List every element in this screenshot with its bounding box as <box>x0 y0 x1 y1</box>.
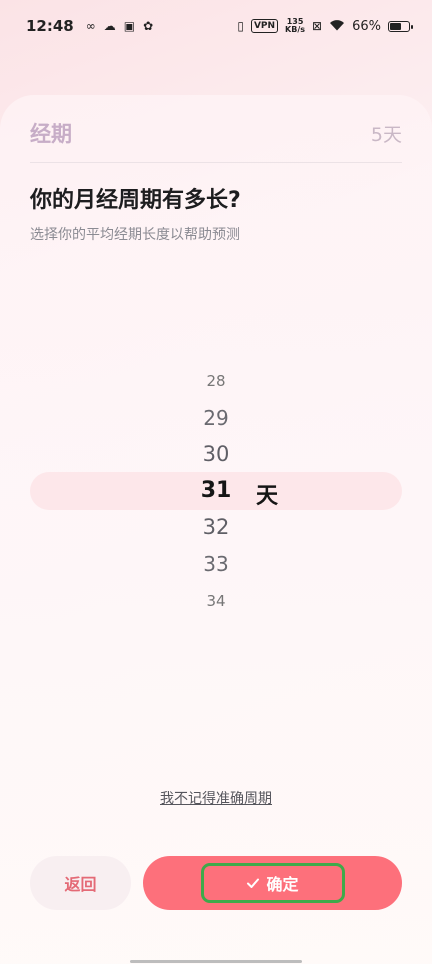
app-notification-icon: ∞ <box>85 19 96 33</box>
phase-days: 5天 <box>370 123 402 146</box>
message-app-icon: ▣ <box>123 19 136 33</box>
vibrate-icon: ▯ <box>237 19 244 33</box>
back-button-label: 返回 <box>64 875 97 894</box>
confirm-button-label: 确定 <box>266 875 299 894</box>
vpn-icon: VPN <box>250 19 279 33</box>
status-left: 12:48 ∞ ☁ ▣ ✿ <box>26 17 153 35</box>
check-icon <box>247 878 260 888</box>
baidu-app-icon: ✿ <box>143 19 154 33</box>
battery-icon <box>388 20 413 32</box>
picker-item[interactable]: 34 <box>166 592 266 610</box>
net-speed-unit: KB/s <box>285 25 306 34</box>
status-bar: 12:48 ∞ ☁ ▣ ✿ ▯ VPN 135 KB/s ⊠ 66% <box>0 0 432 52</box>
picker-item[interactable]: 28 <box>166 372 266 390</box>
no-sim-icon: ⊠ <box>312 19 323 33</box>
picker-item[interactable]: 29 <box>166 406 266 430</box>
question-title: 你的月经周期有多长? <box>30 188 241 213</box>
picker-item-selected[interactable]: 31 <box>166 478 266 503</box>
picker-unit: 天 <box>256 484 279 509</box>
battery-percent: 66% <box>352 18 381 34</box>
confirm-button[interactable]: 确定 <box>143 856 402 910</box>
picker-item[interactable]: 32 <box>166 515 266 539</box>
phase-label: 经期 <box>30 122 72 146</box>
phase-header: 经期 5天 <box>30 118 402 148</box>
picker-item[interactable]: 33 <box>166 552 266 576</box>
divider <box>30 162 402 163</box>
confirm-button-focus: 确定 <box>200 863 345 903</box>
back-button[interactable]: 返回 <box>30 856 131 910</box>
battery-fill <box>390 22 401 30</box>
home-indicator[interactable] <box>130 960 302 963</box>
wifi-icon <box>329 19 345 33</box>
status-time: 12:48 <box>26 17 74 35</box>
picker-item[interactable]: 30 <box>166 442 266 466</box>
status-right: ▯ VPN 135 KB/s ⊠ 66% <box>237 18 413 34</box>
net-speed: 135 KB/s <box>285 18 305 34</box>
cloud-app-icon: ☁ <box>103 19 116 33</box>
forgot-cycle-link[interactable]: 我不记得准确周期 <box>0 788 432 808</box>
question-subtitle: 选择你的平均经期长度以帮助预测 <box>30 227 240 243</box>
